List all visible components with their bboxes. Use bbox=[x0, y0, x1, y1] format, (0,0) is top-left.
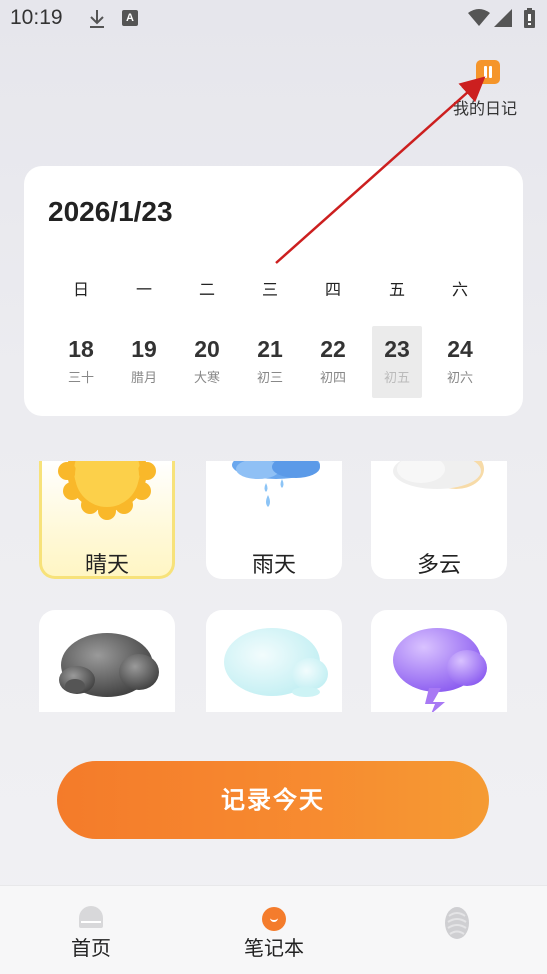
nav-home-label: 首页 bbox=[71, 936, 111, 960]
thunder-cloud-icon bbox=[393, 628, 487, 712]
week-days-row: 18 三十 19 腊月 20 大寒 21 初三 22 初四 23 初五 24 初… bbox=[51, 326, 521, 398]
day-cell[interactable]: 20 大寒 bbox=[182, 326, 232, 398]
weather-label: 雨天 bbox=[251, 553, 296, 578]
notebook-icon bbox=[262, 907, 286, 931]
nav-notebook-label: 笔记本 bbox=[244, 936, 304, 960]
battery-icon bbox=[524, 8, 535, 28]
diary-icon bbox=[476, 60, 500, 84]
cloudy-icon bbox=[393, 461, 484, 489]
status-bar: 10:19 A bbox=[0, 0, 547, 38]
weekday-label: 日 bbox=[72, 280, 89, 299]
weekday-header: 日 一 二 三 四 五 六 bbox=[51, 276, 521, 300]
day-cell[interactable]: 18 三十 bbox=[56, 326, 106, 398]
download-icon bbox=[90, 10, 104, 28]
weather-option-overcast[interactable] bbox=[39, 610, 175, 712]
home-icon bbox=[79, 906, 103, 928]
day-cell[interactable]: 21 初三 bbox=[245, 326, 295, 398]
weather-label: 晴天 bbox=[84, 553, 129, 578]
weather-label: 多云 bbox=[416, 553, 461, 578]
weather-option-fog[interactable] bbox=[206, 610, 342, 712]
sun-icon bbox=[58, 461, 156, 520]
day-number: 20 bbox=[194, 336, 220, 362]
status-time: 10:19 bbox=[10, 6, 63, 29]
weekday-label: 六 bbox=[451, 280, 468, 299]
weekday-label: 五 bbox=[388, 280, 405, 299]
current-date[interactable]: 2026/1/23 bbox=[48, 196, 173, 228]
day-cell-selected[interactable]: 23 初五 bbox=[372, 326, 422, 398]
weather-option-cloudy[interactable]: 多云 bbox=[371, 461, 507, 579]
lunar-date: 腊月 bbox=[130, 371, 157, 386]
nav-notebook[interactable]: 笔记本 bbox=[219, 886, 329, 974]
my-diary-button[interactable]: 我的日记 bbox=[448, 60, 528, 120]
weather-option-sunny[interactable]: 晴天 bbox=[39, 461, 175, 579]
lunar-date: 初五 bbox=[383, 371, 410, 386]
day-cell[interactable]: 22 初四 bbox=[308, 326, 358, 398]
day-number: 24 bbox=[447, 336, 473, 362]
day-number: 23 bbox=[384, 336, 410, 362]
lunar-date: 三十 bbox=[67, 371, 94, 386]
weather-option-thunder[interactable] bbox=[371, 610, 507, 712]
a-notification-icon: A bbox=[122, 10, 138, 26]
weekday-label: 一 bbox=[135, 280, 152, 299]
day-cell[interactable]: 24 初六 bbox=[435, 326, 485, 398]
lunar-date: 初六 bbox=[446, 371, 473, 386]
lunar-date: 初四 bbox=[319, 371, 346, 386]
day-number: 21 bbox=[257, 336, 283, 362]
signal-icon bbox=[494, 9, 512, 27]
profile-icon bbox=[445, 907, 469, 939]
day-number: 19 bbox=[131, 336, 157, 362]
dark-cloud-icon bbox=[59, 633, 159, 697]
bottom-nav: 首页 笔记本 bbox=[0, 885, 547, 974]
calendar-card: 2026/1/23 日 一 二 三 四 五 六 18 三十 19 腊月 20 大… bbox=[24, 166, 523, 416]
fog-cloud-icon bbox=[224, 628, 328, 697]
lunar-date: 大寒 bbox=[193, 371, 220, 386]
rain-cloud-icon bbox=[232, 461, 320, 507]
nav-profile[interactable] bbox=[401, 886, 511, 974]
record-today-button[interactable]: 记录今天 bbox=[57, 761, 489, 839]
weekday-label: 三 bbox=[261, 280, 278, 299]
nav-home[interactable]: 首页 bbox=[36, 886, 146, 974]
lunar-date: 初三 bbox=[256, 371, 283, 386]
weather-option-rainy[interactable]: 雨天 bbox=[206, 461, 342, 579]
day-cell[interactable]: 19 腊月 bbox=[119, 326, 169, 398]
weekday-label: 四 bbox=[324, 280, 341, 299]
day-number: 18 bbox=[68, 336, 94, 362]
day-number: 22 bbox=[320, 336, 346, 362]
weekday-label: 二 bbox=[198, 280, 215, 299]
wifi-icon bbox=[468, 9, 490, 26]
my-diary-label: 我的日记 bbox=[453, 99, 518, 118]
